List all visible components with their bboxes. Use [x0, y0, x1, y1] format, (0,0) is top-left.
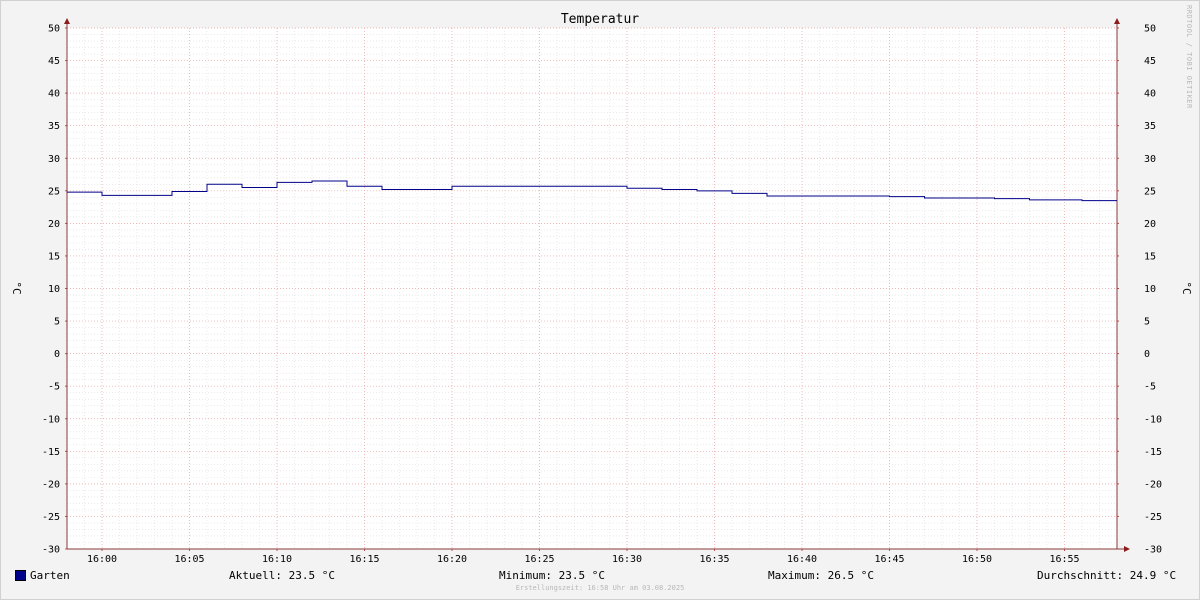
- y-axis-label-right: °C: [1180, 281, 1193, 294]
- y-tick-label-left: 35: [48, 121, 60, 132]
- y-tick-label-right: -30: [1144, 545, 1162, 556]
- y-tick-label-left: 20: [48, 219, 60, 230]
- legend-durchschnitt: Durchschnitt: 24.9 °C: [1037, 569, 1177, 582]
- y-tick-label-right: 15: [1144, 251, 1156, 262]
- y-tick-label-left: -10: [42, 414, 60, 425]
- legend-maximum: Maximum: 26.5 °C: [768, 569, 874, 582]
- x-tick-label: 16:55: [1049, 554, 1079, 565]
- y-tick-label-right: 45: [1144, 56, 1156, 67]
- y-tick-label-left: -20: [42, 479, 60, 490]
- y-tick-label-right: 5: [1144, 317, 1150, 328]
- legend-minimum: Minimum: 23.5 °C: [499, 569, 605, 582]
- y-tick-label-right: 30: [1144, 154, 1156, 165]
- x-tick-label: 16:40: [787, 554, 817, 565]
- x-axis-arrow: [1124, 546, 1130, 552]
- y-tick-label-right: -5: [1144, 382, 1156, 393]
- y-tick-label-right: -20: [1144, 479, 1162, 490]
- x-tick-label: 16:45: [874, 554, 904, 565]
- x-tick-label: 16:15: [349, 554, 379, 565]
- y-tick-label-left: 0: [54, 349, 60, 360]
- legend-series-name: Garten: [30, 569, 70, 582]
- y-tick-label-left: 45: [48, 56, 60, 67]
- y-axis-arrow-left: [64, 18, 70, 24]
- chart-image: 50 50 45 45 40 40 35 35 30 30 25 25 20 20 15 15 10 10 5 5 0 0…: [0, 0, 1200, 600]
- y-tick-label-right: 10: [1144, 284, 1156, 295]
- legend: Garten Aktuell: 23.5 °C Minimum: 23.5 °C…: [0, 569, 1200, 583]
- y-tick-label-right: 20: [1144, 219, 1156, 230]
- x-tick-label: 16:30: [612, 554, 642, 565]
- y-tick-label-left: 5: [54, 317, 60, 328]
- x-tick-label: 16:50: [962, 554, 992, 565]
- y-tick-label-right: 25: [1144, 186, 1156, 197]
- x-tick-label: 16:35: [699, 554, 729, 565]
- y-tick-label-left: -15: [42, 447, 60, 458]
- legend-aktuell: Aktuell: 23.5 °C: [229, 569, 335, 582]
- y-axis-label-left: °C: [10, 281, 23, 294]
- rrdtool-watermark: RRDTOOL / TOBI OETIKER: [1185, 5, 1193, 109]
- chart-svg: 50 5045 4540 4035 3530 3025 2520 2015 1510 105 50 0…: [0, 0, 1200, 600]
- y-tick-label-left: 30: [48, 154, 60, 165]
- y-tick-label-left: -5: [48, 382, 60, 393]
- y-tick-label-right: 0: [1144, 349, 1150, 360]
- y-tick-label-right: 35: [1144, 121, 1156, 132]
- y-tick-label-right: 40: [1144, 89, 1156, 100]
- y-tick-label-left: -25: [42, 512, 60, 523]
- y-tick-label-left: 40: [48, 89, 60, 100]
- y-tick-label-right: -15: [1144, 447, 1162, 458]
- y-tick-label-right: 50: [1144, 24, 1156, 35]
- x-tick-label: 16:10: [262, 554, 292, 565]
- y-tick-label-left: 10: [48, 284, 60, 295]
- y-tick-label-left: 25: [48, 186, 60, 197]
- y-axis-arrow-right: [1114, 18, 1120, 24]
- x-tick-label: 16:00: [87, 554, 117, 565]
- y-tick-label-right: -10: [1144, 414, 1162, 425]
- x-tick-label: 16:05: [174, 554, 204, 565]
- creation-timestamp: Erstellungszeit: 16:58 Uhr am 03.08.2025: [515, 584, 685, 592]
- y-tick-label-left: -30: [42, 545, 60, 556]
- x-tick-label: 16:20: [437, 554, 467, 565]
- y-tick-label-left: 15: [48, 251, 60, 262]
- y-tick-label-left: 50: [48, 24, 60, 35]
- chart-title: Temperatur: [561, 12, 639, 27]
- x-tick-label: 16:25: [524, 554, 554, 565]
- y-tick-label-right: -25: [1144, 512, 1162, 523]
